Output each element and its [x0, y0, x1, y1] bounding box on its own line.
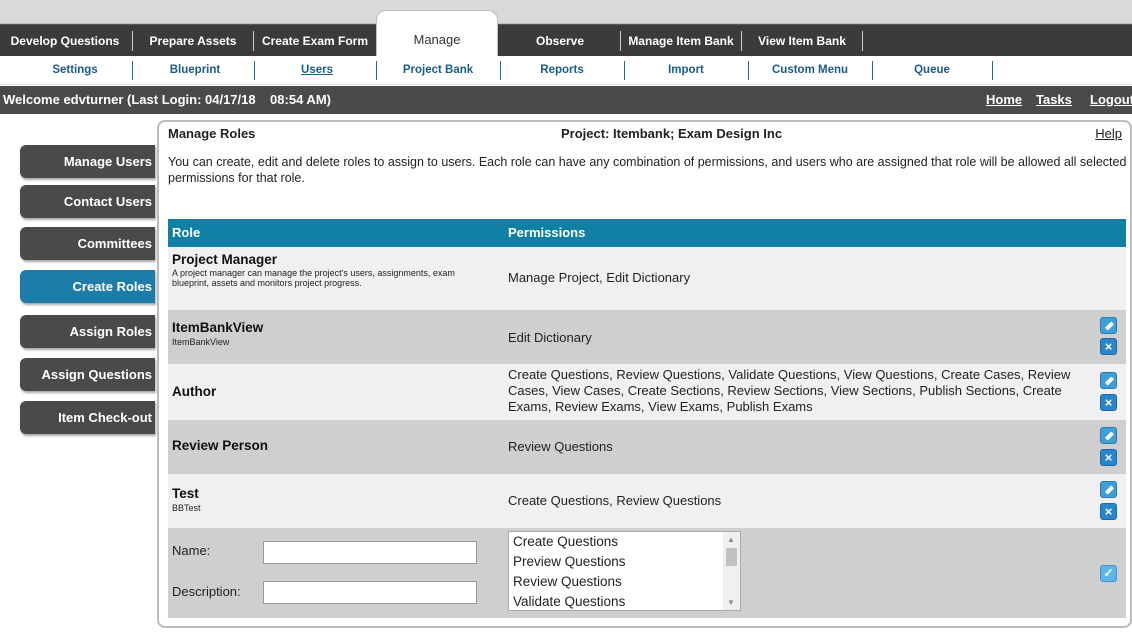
tab-manage[interactable]: Manage	[376, 10, 498, 56]
role-permissions: Review Questions	[508, 439, 613, 454]
delete-icon[interactable]: ×	[1100, 449, 1117, 466]
sidebar-item-assign-questions[interactable]: Assign Questions	[20, 358, 155, 391]
role-permissions: Manage Project, Edit Dictionary	[508, 270, 691, 285]
name-field[interactable]	[263, 541, 477, 564]
sidebar-item-contact-users[interactable]: Contact Users	[20, 185, 155, 218]
role-description: A project manager can manage the project…	[172, 268, 455, 288]
description-field[interactable]	[263, 581, 477, 604]
sidebar-item-item-check-out[interactable]: Item Check-out	[20, 401, 155, 434]
tab-observe[interactable]: Observe	[505, 29, 615, 53]
roles-table-header: Role Permissions	[168, 219, 1126, 247]
subnav-custom-menu[interactable]: Custom Menu	[750, 56, 870, 85]
role-permissions: Create Questions, Review Questions	[508, 493, 722, 508]
tab-view-item-bank[interactable]: View Item Bank	[748, 29, 856, 53]
role-description: BBTest	[172, 503, 201, 513]
page-description: You can create, edit and delete roles to…	[168, 155, 1127, 185]
role-permissions: Create Questions, Review Questions, Vali…	[508, 367, 1071, 414]
edit-icon[interactable]	[1100, 427, 1117, 444]
edit-icon[interactable]	[1100, 481, 1117, 498]
delete-icon[interactable]: ×	[1100, 394, 1117, 411]
page-title: Manage Roles	[168, 126, 256, 141]
description-label: Description:	[172, 584, 241, 599]
window-top-strip	[0, 0, 1132, 24]
permission-option[interactable]: Review Questions	[509, 572, 740, 592]
subnav-divider	[500, 61, 501, 80]
subnav-divider	[254, 61, 255, 80]
tab-create-exam-form[interactable]: Create Exam Form	[258, 29, 372, 53]
tab-divider	[132, 31, 133, 51]
scroll-down-icon[interactable]: ▼	[727, 598, 735, 607]
subnav-divider	[872, 61, 873, 80]
table-row: Review Person Review Questions ×	[168, 420, 1126, 474]
role-column-header: Role	[172, 225, 201, 240]
subnav-divider	[748, 61, 749, 80]
subnav-settings[interactable]: Settings	[20, 56, 130, 85]
permissions-column-header: Permissions	[508, 225, 586, 240]
permissions-listbox[interactable]: Create Questions Preview Questions Revie…	[508, 531, 741, 611]
table-row: ItemBankView ItemBankView Edit Dictionar…	[168, 310, 1126, 364]
project-title: Project: Itembank; Exam Design Inc	[561, 126, 783, 141]
table-row: Author Create Questions, Review Question…	[168, 364, 1126, 420]
tab-divider	[253, 31, 254, 51]
subnav-queue[interactable]: Queue	[874, 56, 990, 85]
welcome-bar: Welcome edvturner (Last Login: 04/17/18 …	[0, 86, 1132, 114]
tab-divider	[620, 31, 621, 51]
subnav-divider	[132, 61, 133, 80]
main-tab-bar: Develop Questions Prepare Assets Create …	[0, 24, 1132, 56]
role-name: Test	[172, 486, 199, 501]
sidebar-item-assign-roles[interactable]: Assign Roles	[20, 315, 155, 348]
tab-divider	[862, 31, 863, 51]
table-row: Project Manager A project manager can ma…	[168, 247, 1126, 310]
role-name: Project Manager	[172, 252, 278, 267]
sidebar: Manage Users Contact Users Committees Cr…	[0, 114, 160, 633]
delete-icon[interactable]: ×	[1100, 503, 1117, 520]
subnav-divider	[624, 61, 625, 80]
new-role-form: Name: Description: Create Questions Prev…	[168, 528, 1126, 618]
table-row: Test BBTest Create Questions, Review Que…	[168, 474, 1126, 528]
scrollbar-thumb[interactable]	[726, 548, 737, 566]
role-description: ItemBankView	[172, 337, 230, 347]
tab-manage-item-bank[interactable]: Manage Item Bank	[624, 29, 738, 53]
subnav-users[interactable]: Users	[262, 56, 372, 85]
home-link[interactable]: Home	[986, 86, 1022, 114]
role-name: Author	[172, 384, 217, 399]
subnav-divider	[992, 61, 993, 80]
tab-divider	[741, 31, 742, 51]
tab-develop-questions[interactable]: Develop Questions	[2, 29, 128, 53]
subnav-project-bank[interactable]: Project Bank	[378, 56, 498, 85]
role-name: Review Person	[172, 438, 269, 453]
subnav-divider	[376, 61, 377, 80]
save-check-icon[interactable]: ✓	[1100, 565, 1117, 582]
help-link[interactable]: Help	[1095, 126, 1122, 141]
delete-icon[interactable]: ×	[1100, 338, 1117, 355]
tasks-link[interactable]: Tasks	[1036, 86, 1072, 114]
edit-icon[interactable]	[1100, 372, 1117, 389]
subnav-blueprint[interactable]: Blueprint	[140, 56, 250, 85]
permission-option[interactable]: Preview Questions	[509, 552, 740, 572]
logout-link[interactable]: Logout	[1090, 86, 1132, 114]
name-label: Name:	[172, 543, 211, 558]
scroll-up-icon[interactable]: ▲	[727, 535, 735, 544]
sidebar-item-committees[interactable]: Committees	[20, 227, 155, 260]
permission-option[interactable]: Create Questions	[509, 532, 740, 552]
role-permissions: Edit Dictionary	[508, 330, 592, 345]
sub-nav-bar: Settings Blueprint Users Project Bank Re…	[0, 56, 1132, 85]
subnav-reports[interactable]: Reports	[502, 56, 622, 85]
edit-icon[interactable]	[1100, 317, 1117, 334]
subnav-import[interactable]: Import	[626, 56, 746, 85]
role-name: ItemBankView	[172, 320, 264, 335]
welcome-text: Welcome edvturner (Last Login: 04/17/18 …	[3, 92, 331, 107]
manage-roles-panel: Manage Roles Project: Itembank; Exam Des…	[157, 120, 1132, 628]
sidebar-item-manage-users[interactable]: Manage Users	[20, 145, 155, 178]
tab-prepare-assets[interactable]: Prepare Assets	[140, 29, 246, 53]
listbox-scrollbar[interactable]: ▲ ▼	[723, 532, 740, 610]
permission-option[interactable]: Validate Questions	[509, 592, 740, 610]
sidebar-item-create-roles[interactable]: Create Roles	[20, 270, 155, 303]
